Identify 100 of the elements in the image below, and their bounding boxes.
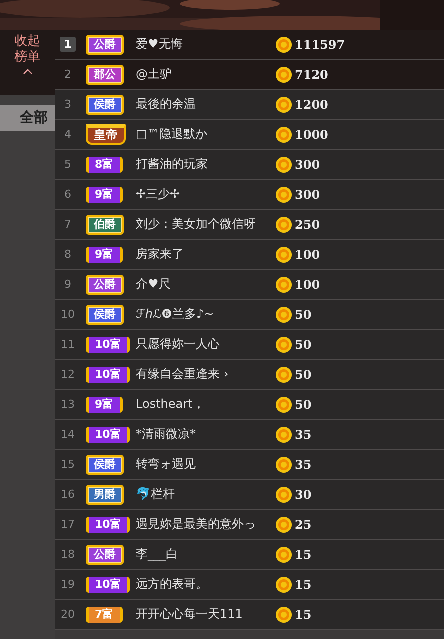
rank-badge: 侯爵 (86, 304, 124, 324)
coin-icon (276, 126, 292, 142)
user-name: 李___白 (136, 546, 179, 563)
rank-badge: 伯爵 (86, 214, 124, 234)
rank-badge: 男爵 (86, 484, 124, 504)
user-name: 有缘自会重逢来 › (136, 366, 230, 383)
coin-amount: 50 (295, 398, 312, 412)
user-name: ℱℎℒ❻兰多♪~ (136, 306, 216, 323)
coin-amount: 30 (295, 488, 312, 502)
rank-number: 19 (60, 577, 76, 592)
wealth-badge: 9富 (86, 186, 123, 202)
coin-amount: 15 (295, 548, 312, 562)
rank-number: 18 (60, 547, 76, 562)
coin-icon (276, 366, 292, 382)
coin-amount: 50 (295, 338, 312, 352)
user-name: ✢三少✢ (136, 186, 182, 203)
tab[interactable]: 全部 (0, 105, 55, 131)
rank-number: 16 (60, 487, 76, 502)
user-name: □™隐退默か (136, 126, 208, 143)
user-name: Lostheart， (136, 396, 206, 413)
coin-amount: 111597 (295, 38, 346, 52)
coin-icon (276, 576, 292, 592)
user-name: 最後的余温 (136, 96, 197, 113)
rank-badge: 皇帝 (86, 124, 126, 145)
wealth-badge: 9富 (86, 246, 123, 262)
coin-icon (276, 516, 292, 532)
wealth-badge: 10富 (86, 516, 130, 532)
rank-number: 17 (60, 517, 76, 532)
rank-number: 14 (60, 427, 76, 442)
coin-icon (276, 156, 292, 172)
wealth-badge: 10富 (86, 336, 130, 352)
rank-number: 4 (64, 127, 72, 142)
coin-icon (276, 456, 292, 472)
user-name: 房家来了 (136, 246, 185, 263)
coin-amount: 1200 (295, 98, 328, 112)
rank-number: 15 (60, 457, 76, 472)
user-name: 只愿得妳一人心 (136, 336, 221, 353)
coin-amount: 7120 (295, 68, 328, 82)
coin-icon (276, 96, 292, 112)
rank-number: 9 (64, 277, 72, 292)
coin-amount: 35 (295, 458, 312, 472)
rank-number: 11 (60, 337, 76, 352)
coin-icon (276, 186, 292, 202)
rank-number: 6 (64, 187, 72, 202)
rank-number: 12 (60, 367, 76, 382)
coin-icon (276, 336, 292, 352)
wealth-badge: 7富 (86, 606, 123, 622)
caret-icon (22, 69, 32, 75)
coin-icon (276, 306, 292, 322)
rank-number: 10 (60, 307, 76, 322)
user-name: 爱♥无悔 (136, 36, 184, 53)
coin-icon (276, 216, 292, 232)
coin-amount: 1000 (295, 128, 328, 142)
rank-badge: 公爵 (86, 544, 124, 564)
wealth-badge: 10富 (86, 366, 130, 382)
coin-amount: 50 (295, 308, 312, 322)
rank-badge: 公爵 (86, 274, 124, 294)
coin-icon (276, 426, 292, 442)
coin-amount: 300 (295, 158, 320, 172)
wealth-badge: 10富 (86, 426, 130, 442)
coin-amount: 100 (295, 248, 320, 262)
coin-amount: 15 (295, 608, 312, 622)
user-name: 遇見妳是最美的意外っ (136, 516, 257, 533)
user-name: 转弯ォ遇见 (136, 456, 197, 473)
rank-number: 20 (60, 607, 76, 622)
user-name: @土驴 (136, 66, 173, 83)
user-name: 开开心心每一天111 (136, 606, 244, 623)
rank-badge: 公爵 (86, 34, 124, 54)
user-name: 远方的表哥。 (136, 576, 209, 593)
coin-amount: 250 (295, 218, 320, 232)
rank-number: 8 (64, 247, 72, 262)
wealth-badge: 10富 (86, 576, 130, 592)
coin-amount: 300 (295, 188, 320, 202)
coin-amount: 35 (295, 428, 312, 442)
rank-number: 2 (64, 67, 72, 82)
coin-icon (276, 276, 292, 292)
coin-icon (276, 546, 292, 562)
coin-icon (276, 66, 292, 82)
user-name: *清雨微凉* (136, 426, 197, 443)
rank-badge: 侯爵 (86, 454, 124, 474)
coin-amount: 15 (295, 578, 312, 592)
coin-icon (276, 396, 292, 412)
wealth-badge: 8富 (86, 156, 123, 172)
coin-icon (276, 36, 292, 52)
coin-amount: 25 (295, 518, 312, 532)
coin-amount: 100 (295, 278, 320, 292)
coin-amount: 50 (295, 368, 312, 382)
coin-icon (276, 246, 292, 262)
rank-badge: 侯爵 (86, 94, 124, 114)
user-name: 打酱油的玩家 (136, 156, 209, 173)
coin-icon (276, 486, 292, 502)
user-name: 刘少：美女加个微信呀 (136, 216, 257, 233)
rank-number: 3 (64, 97, 72, 112)
user-name: 介♥尺 (136, 276, 172, 293)
user-name: 🐬栏杆 (136, 486, 176, 503)
rank-number: 5 (64, 157, 72, 172)
rank-number: 13 (60, 397, 76, 412)
rank-number: 1 (60, 37, 76, 52)
rank-badge: 郡公 (86, 64, 124, 84)
rank-number: 7 (64, 217, 72, 232)
